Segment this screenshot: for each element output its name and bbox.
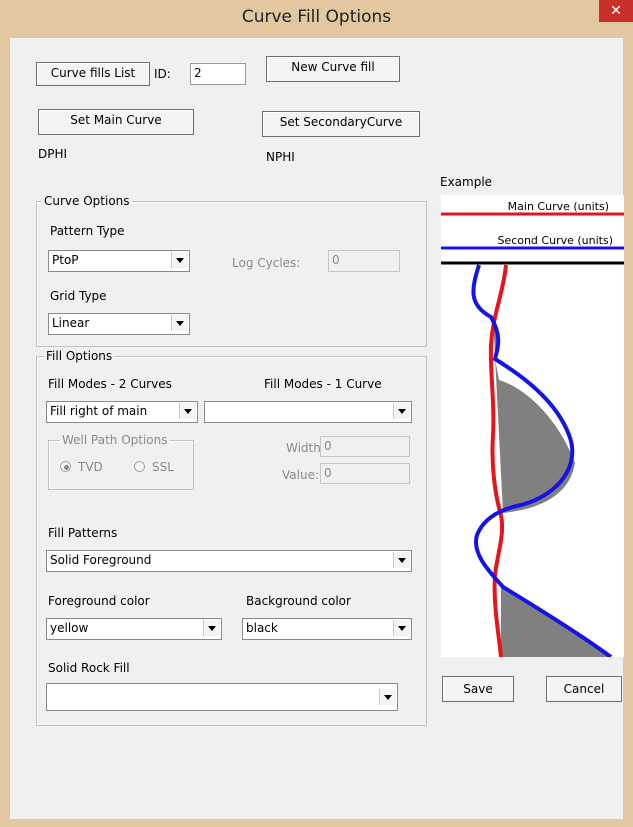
value-field[interactable]: 0 bbox=[320, 463, 410, 484]
background-color-value: black bbox=[246, 621, 278, 635]
fill-modes-1-select[interactable] bbox=[204, 401, 412, 423]
cancel-button[interactable]: Cancel bbox=[546, 676, 622, 702]
close-button[interactable]: ✕ bbox=[599, 0, 633, 22]
grid-type-label: Grid Type bbox=[50, 289, 107, 303]
background-color-select[interactable]: black bbox=[242, 618, 412, 640]
close-icon: ✕ bbox=[610, 3, 622, 19]
set-main-curve-button[interactable]: Set Main Curve bbox=[38, 109, 194, 135]
fill-modes-2-value: Fill right of main bbox=[50, 404, 148, 418]
secondary-curve-name: NPHI bbox=[266, 150, 295, 164]
id-field[interactable]: 2 bbox=[190, 63, 246, 85]
chevron-down-icon bbox=[393, 403, 410, 419]
fill-patterns-value: Solid Foreground bbox=[50, 553, 152, 567]
log-cycles-label: Log Cycles: bbox=[232, 256, 301, 270]
solid-rock-fill-select[interactable] bbox=[46, 683, 398, 711]
well-path-options-label: Well Path Options bbox=[60, 433, 170, 447]
grid-type-select[interactable]: Linear bbox=[48, 313, 190, 335]
chevron-down-icon bbox=[171, 252, 188, 268]
chevron-down-icon bbox=[203, 620, 220, 636]
fill-modes-2-select[interactable]: Fill right of main bbox=[46, 401, 198, 423]
fill-modes-1-label: Fill Modes - 1 Curve bbox=[264, 377, 382, 391]
value-label: Value: bbox=[282, 468, 319, 482]
grid-type-value: Linear bbox=[52, 316, 90, 330]
chevron-down-icon bbox=[179, 403, 196, 419]
background-color-label: Background color bbox=[246, 594, 351, 608]
ssl-label: SSL bbox=[152, 460, 174, 474]
pattern-type-label: Pattern Type bbox=[50, 224, 125, 238]
solid-rock-fill-label: Solid Rock Fill bbox=[48, 661, 130, 675]
fill-patterns-label: Fill Patterns bbox=[48, 526, 118, 540]
main-curve-name: DPHI bbox=[38, 147, 68, 161]
window-title: Curve Fill Options bbox=[241, 7, 392, 27]
curve-options-group-label: Curve Options bbox=[42, 194, 132, 208]
chevron-down-icon bbox=[393, 620, 410, 636]
main-curve-label: Main Curve (units) bbox=[508, 200, 609, 213]
new-curve-fill-button[interactable]: New Curve fill bbox=[266, 56, 400, 82]
id-label: ID: bbox=[154, 67, 171, 81]
log-cycles-field[interactable]: 0 bbox=[328, 250, 400, 272]
foreground-color-select[interactable]: yellow bbox=[46, 618, 222, 640]
save-button[interactable]: Save bbox=[442, 676, 514, 702]
chevron-down-icon bbox=[171, 315, 188, 331]
fill-patterns-select[interactable]: Solid Foreground bbox=[46, 550, 412, 572]
curve-fills-list-button[interactable]: Curve fills List bbox=[36, 62, 150, 86]
tvd-radio[interactable] bbox=[60, 461, 71, 472]
foreground-color-value: yellow bbox=[50, 621, 89, 635]
example-preview: Main Curve (units) Second Curve (units) bbox=[441, 195, 624, 657]
example-label: Example bbox=[440, 175, 493, 189]
tvd-label: TVD bbox=[78, 460, 103, 474]
foreground-color-label: Foreground color bbox=[48, 594, 150, 608]
fill-options-group-label: Fill Options bbox=[44, 349, 115, 363]
set-secondary-curve-button[interactable]: Set SecondaryCurve bbox=[262, 111, 420, 137]
chevron-down-icon bbox=[393, 552, 410, 568]
chevron-down-icon bbox=[379, 689, 396, 705]
ssl-radio[interactable] bbox=[134, 461, 145, 472]
fill-modes-2-label: Fill Modes - 2 Curves bbox=[48, 377, 172, 391]
second-curve-label: Second Curve (units) bbox=[497, 234, 613, 247]
pattern-type-select[interactable]: PtoP bbox=[48, 250, 190, 272]
width-field[interactable]: 0 bbox=[320, 436, 410, 457]
pattern-type-value: PtoP bbox=[52, 253, 79, 267]
